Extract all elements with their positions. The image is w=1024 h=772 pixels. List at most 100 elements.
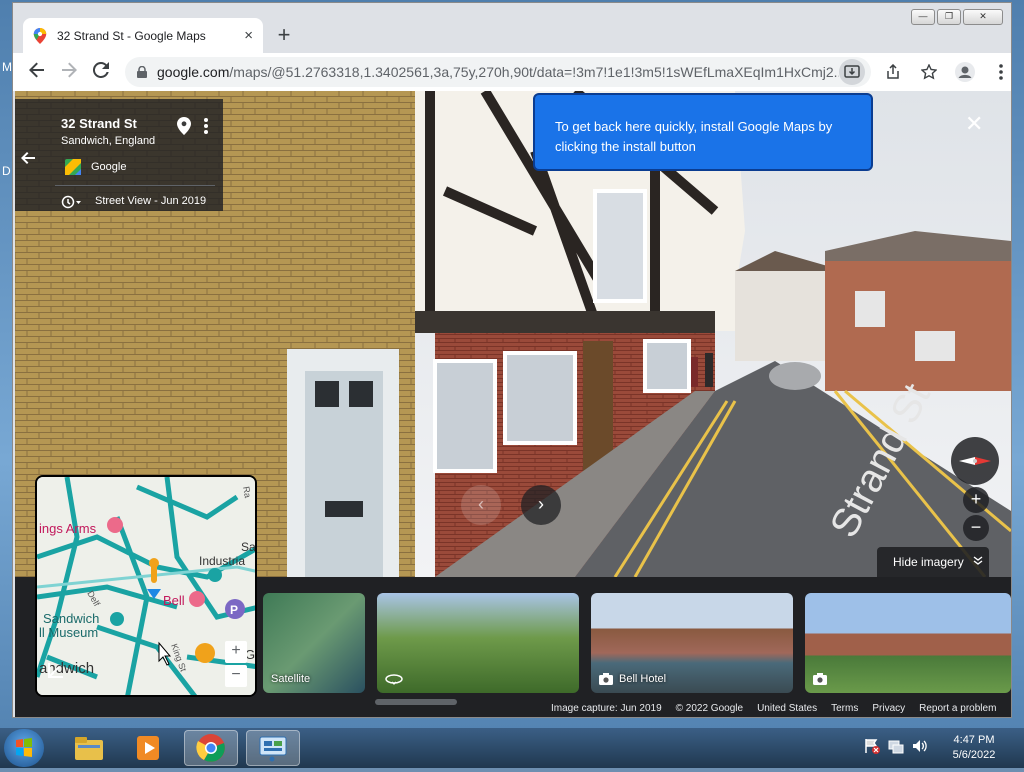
back-icon[interactable] [21,56,53,88]
profile-icon[interactable] [949,57,981,87]
mini-map-zoom-in-button[interactable]: + [225,641,247,663]
privacy-link[interactable]: Privacy [872,703,905,717]
share-icon[interactable] [877,57,909,87]
tab-close-icon[interactable]: × [244,27,253,44]
mini-map[interactable]: ings Arms Industria Sa Bell Sandwich ll … [35,475,257,697]
report-problem-link[interactable]: Report a problem [919,703,996,717]
tab-title: 32 Strand St - Google Maps [57,28,206,43]
chrome-window: 32 Strand St - Google Maps × + — ❐ ✕ goo… [12,2,1012,718]
reload-icon[interactable] [85,56,117,88]
hotel-marker-icon [189,591,205,607]
thumbnail-label [813,673,833,685]
network-icon[interactable] [888,738,904,754]
svg-text:P: P [230,603,238,617]
mini-map-label: Bell [163,593,185,608]
mini-map-label: Industria [199,554,245,568]
bookmark-star-icon[interactable] [913,57,945,87]
close-prompt-icon[interactable]: ✕ [965,111,983,137]
maps-footer: Image capture: Jun 2019 © 2022 Google Un… [545,703,1003,717]
taskbar-media-player[interactable] [122,730,176,766]
hotel-marker-icon [107,517,123,533]
thumbnail-satellite[interactable]: Satellite [263,593,365,693]
hide-imagery-label: Hide imagery [893,555,964,569]
history-clock-icon[interactable] [61,195,83,209]
control-panel-icon [259,736,287,762]
camera-icon [599,673,613,685]
thumbnail-label: Bell Hotel [599,673,666,685]
chevron-down-icon [973,556,983,565]
windows-taskbar: 4:47 PM 5/6/2022 [0,728,1024,768]
tab-strip: 32 Strand St - Google Maps × + — ❐ ✕ [13,3,1011,53]
back-to-map-icon[interactable] [21,151,35,169]
tab-google-maps[interactable]: 32 Strand St - Google Maps × [23,18,263,53]
install-prompt-text: To get back here quickly, install Google… [555,119,833,154]
install-prompt-bubble: To get back here quickly, install Google… [533,93,873,171]
taskbar-control-panel[interactable] [246,730,300,766]
lock-icon[interactable] [137,66,147,78]
museum-marker-icon [110,612,124,626]
maximize-button[interactable]: ❐ [937,9,961,25]
address-bar[interactable]: google.com/maps/@51.2763318,1.3402561,3a… [125,57,871,87]
action-center-flag-icon[interactable] [864,738,880,754]
mini-map-label: Ra [241,486,253,499]
mini-map-label: andwich [39,660,94,677]
install-icon[interactable] [839,59,865,85]
thumbnail-label [385,673,409,685]
media-player-icon [137,736,159,760]
photosphere-icon [385,674,403,685]
google-maps-favicon-icon [33,27,47,44]
copyright-text: © 2022 Google [675,703,744,714]
url-text[interactable]: google.com/maps/@51.2763318,1.3402561,3a… [157,64,839,80]
desktop-icon-label[interactable]: M [2,60,12,74]
menu-icon[interactable] [985,57,1017,87]
close-window-button[interactable]: ✕ [963,9,1003,25]
card-divider [55,185,215,186]
thumbnail-photo-sphere[interactable] [377,593,579,693]
zoom-in-button[interactable]: + [963,487,989,513]
minimize-button[interactable]: — [911,9,935,25]
mini-map-label: Sandwich [43,611,99,626]
thumbnail-gardens[interactable] [805,593,1011,693]
bar-marker-icon [195,643,215,663]
browser-toolbar: google.com/maps/@51.2763318,1.3402561,3a… [13,53,1011,91]
start-orb-button[interactable] [4,729,44,767]
mini-map-label: Sa [241,540,256,554]
toolbar-right-icons [877,57,1017,87]
new-tab-button[interactable]: + [271,23,297,49]
camera-icon [813,673,827,685]
map-pin-icon[interactable] [177,117,191,135]
next-image-arrow[interactable]: › [521,485,561,525]
place-subtitle: Sandwich, England [61,135,156,147]
mini-map-zoom-out-button[interactable]: − [225,665,247,687]
place-title: 32 Strand St [61,116,137,131]
thumbnail-label: Satellite [271,673,311,685]
mini-map-image[interactable]: ings Arms Industria Sa Bell Sandwich ll … [37,477,257,697]
chrome-icon [196,734,225,762]
bus-stop-marker-icon [208,568,222,582]
clock-date: 5/6/2022 [952,749,996,761]
volume-icon[interactable] [912,738,928,754]
taskbar-chrome[interactable] [184,730,238,766]
country-link[interactable]: United States [757,703,817,717]
forward-icon[interactable] [53,56,85,88]
thumbnail-bell-hotel[interactable]: Bell Hotel [591,593,793,693]
desktop-icon-label[interactable]: D [2,164,11,178]
more-options-icon[interactable] [203,117,209,135]
taskbar-file-explorer[interactable] [62,730,116,766]
window-controls: — ❐ ✕ [911,9,1003,25]
google-maps-logo-icon [65,159,81,175]
strip-scrollbar[interactable] [375,699,457,705]
windows-logo-icon [16,738,32,757]
mini-map-label: ll Museum [39,625,98,640]
previous-image-arrow[interactable]: ‹ [461,485,501,525]
taskbar-clock[interactable]: 4:47 PM 5/6/2022 [946,733,1002,763]
compass-icon[interactable] [951,437,999,485]
street-view-date[interactable]: Street View - Jun 2019 [95,195,206,207]
terms-link[interactable]: Terms [831,703,858,717]
zoom-out-button[interactable]: − [963,515,989,541]
url-domain: google.com [157,64,230,80]
hide-imagery-button[interactable]: Hide imagery [877,547,989,577]
mini-map-label: ings Arms [39,521,97,536]
url-path: /maps/@51.2763318,1.3402561,3a,75y,270h,… [229,64,839,80]
folder-icon [75,737,103,760]
